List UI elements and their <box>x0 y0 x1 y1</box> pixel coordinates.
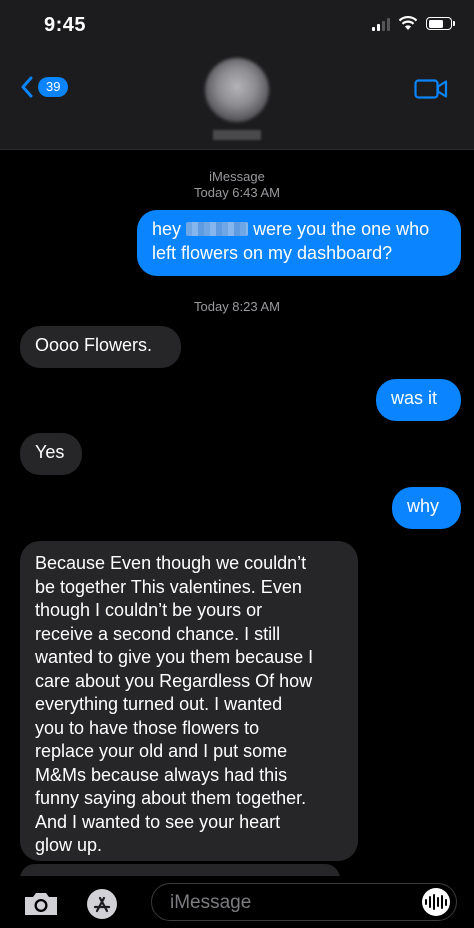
message-text: M&Ms because always had this <box>35 764 288 785</box>
message-bubble-incoming[interactable]: Oooo Flowers. <box>20 326 181 368</box>
redacted-name <box>186 222 249 236</box>
message-text: funny saying about them together. <box>35 788 307 808</box>
signal-icon <box>372 17 390 31</box>
chevron-left-icon <box>21 76 33 98</box>
message-text: were you the one who <box>253 219 430 239</box>
message-text: hey <box>152 219 182 239</box>
conversation-header: 39 <box>0 50 474 150</box>
facetime-video-icon[interactable] <box>414 78 448 100</box>
input-bar: iMessage <box>0 876 474 928</box>
audio-message-button[interactable] <box>422 888 450 916</box>
battery-icon <box>426 17 455 30</box>
message-bubble-incoming[interactable]: Because Even though we couldn’t be toget… <box>20 541 358 861</box>
message-bubble-incoming[interactable]: Yes <box>20 433 82 475</box>
service-label: iMessage <box>209 169 265 184</box>
contact-avatar[interactable] <box>205 58 269 122</box>
contact-name-redacted[interactable] <box>213 130 261 140</box>
message-text: be together This valentines. Even <box>35 576 302 597</box>
message-bubble-outgoing[interactable]: hey were you the one who left flowers on… <box>137 210 461 276</box>
unread-count-badge: 39 <box>38 77 69 97</box>
message-text: though I couldn’t be yours or <box>35 600 263 620</box>
message-input[interactable]: iMessage <box>151 883 457 921</box>
app-store-icon[interactable] <box>86 888 118 920</box>
message-text: receive a second chance. I still <box>35 623 281 644</box>
timestamp: Today 6:43 AM <box>194 185 280 200</box>
message-input-placeholder: iMessage <box>170 892 252 913</box>
message-text: you to have those flowers to <box>35 717 260 738</box>
message-text: Because Even though we couldn’t <box>35 553 307 573</box>
timestamp: Today 8:23 AM <box>194 299 280 314</box>
message-bubble-outgoing[interactable]: was it <box>376 379 461 421</box>
camera-icon[interactable] <box>22 890 60 918</box>
message-text: glow up. <box>35 835 103 855</box>
message-text: And I wanted to see your heart <box>35 811 281 832</box>
wifi-icon <box>398 16 418 30</box>
status-icons <box>372 16 455 31</box>
message-text: everything turned out. I wanted <box>35 694 283 714</box>
status-bar: 9:45 <box>0 0 474 50</box>
message-text: wanted to give you them because I <box>35 647 314 667</box>
message-text: care about you Regardless Of how <box>35 670 313 691</box>
message-text-line: hey were you the one who <box>152 218 446 242</box>
message-text: replace your old and I put some <box>35 741 288 761</box>
message-text: left flowers on my dashboard? <box>152 242 393 263</box>
back-button[interactable]: 39 <box>20 76 69 98</box>
message-bubble-outgoing[interactable]: why <box>392 487 461 529</box>
status-time: 9:45 <box>44 14 87 36</box>
